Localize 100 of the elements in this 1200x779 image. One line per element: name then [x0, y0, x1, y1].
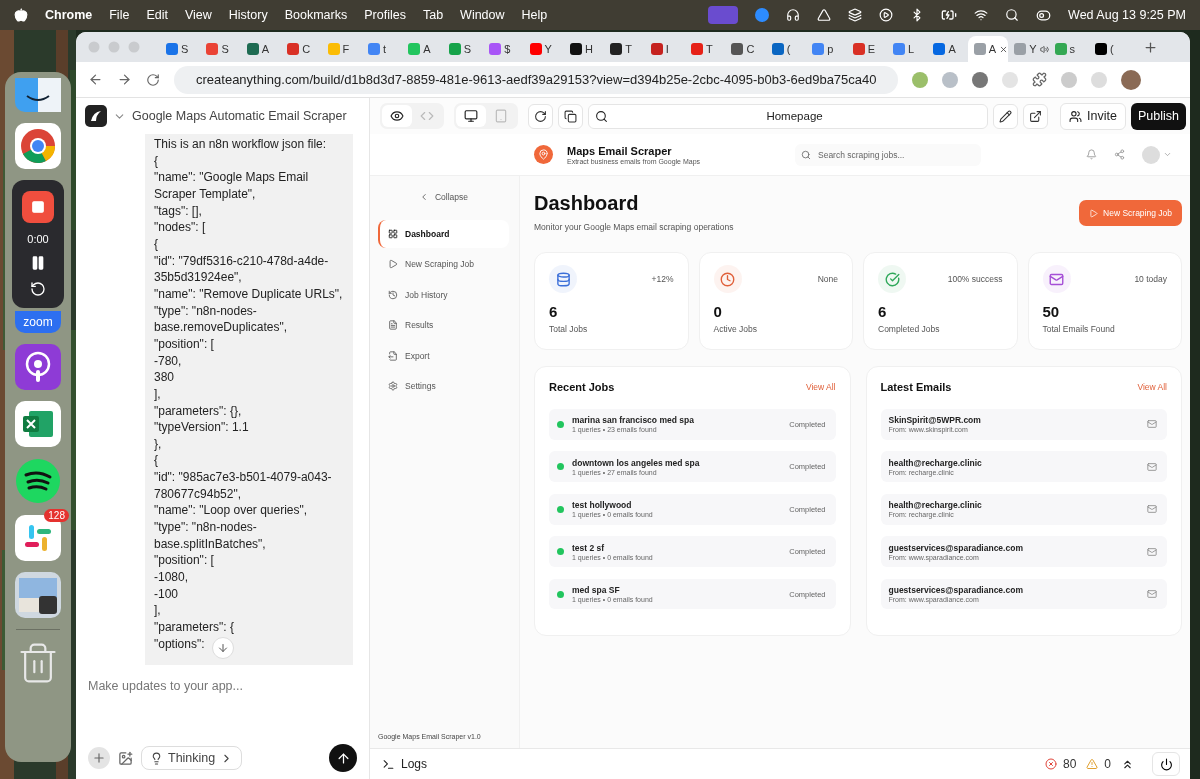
browser-tab[interactable]: A — [927, 36, 968, 62]
podcast-icon[interactable] — [15, 344, 61, 390]
profile-avatar[interactable] — [1121, 69, 1141, 90]
triangle-icon[interactable] — [817, 8, 832, 22]
logs-tab[interactable]: Logs — [401, 757, 428, 771]
menu-item[interactable]: Bookmarks — [284, 8, 348, 22]
menu-item[interactable]: Edit — [146, 8, 168, 22]
lightbulb-icon — [150, 751, 163, 765]
browser-tab[interactable]: S — [442, 36, 484, 62]
wifi-icon[interactable] — [974, 8, 989, 22]
edit-button[interactable] — [993, 103, 1019, 129]
photo-viewer-icon[interactable] — [15, 572, 61, 618]
menu-item[interactable]: History — [228, 8, 268, 22]
desktop-toggle[interactable] — [456, 105, 486, 127]
copy-button[interactable] — [558, 103, 583, 129]
nav-item[interactable]: Results — [378, 311, 509, 340]
search-bar[interactable]: Search scraping jobs... — [795, 143, 981, 166]
browser-tab[interactable]: $ — [483, 36, 524, 62]
search-icon[interactable] — [1005, 8, 1020, 22]
reload-icon[interactable] — [146, 72, 160, 87]
logo-icon[interactable] — [85, 105, 107, 127]
menu-item[interactable]: Tab — [422, 8, 444, 22]
extensions-icon[interactable] — [1032, 72, 1047, 87]
document-icon — [388, 320, 398, 331]
forward-icon[interactable] — [117, 72, 132, 87]
back-icon[interactable] — [88, 72, 103, 87]
menu-item[interactable]: Window — [460, 8, 505, 22]
browser-tab[interactable]: T — [685, 36, 726, 62]
search-icon — [801, 149, 811, 160]
collapse-button[interactable]: Collapse — [412, 186, 475, 208]
preview-toggle[interactable] — [382, 105, 412, 127]
browser-tab[interactable]: C — [281, 36, 322, 62]
email-address: SkinSpirit@5WPR.com — [888, 415, 982, 426]
headphones-icon[interactable] — [786, 8, 801, 22]
browser-tab[interactable]: p — [806, 36, 847, 62]
address-bar[interactable]: createanything.com/build/d1b8d3d7-8859-481e-9613-aedf39a29153?view=d394b25e-2cbc-4095-b0b3-6ed9ba75ca40 — [174, 65, 898, 94]
browser-tab[interactable]: T — [604, 36, 645, 62]
stop-button[interactable] — [22, 191, 54, 223]
control-center-icon[interactable] — [1036, 7, 1052, 23]
message-line: "id": "79df5316-c210-478d-a4de- — [154, 252, 329, 270]
image-upload-icon[interactable] — [118, 750, 133, 766]
send-button[interactable] — [329, 744, 357, 772]
browser-tab[interactable]: ( — [765, 36, 807, 62]
new-tab-icon[interactable] — [1143, 39, 1159, 55]
publish-button[interactable]: Publish — [1131, 102, 1186, 130]
page-selector[interactable]: Homepage — [588, 103, 989, 129]
layers-icon[interactable] — [848, 8, 863, 22]
browser-tab[interactable]: A — [402, 36, 443, 62]
nav-item[interactable]: Export — [378, 341, 509, 370]
menu-item[interactable]: Profiles — [364, 8, 406, 22]
browser-tab[interactable]: s — [1048, 36, 1089, 62]
browser-tab[interactable]: Y — [1008, 36, 1049, 62]
power-button[interactable] — [1152, 752, 1180, 776]
browser-tab[interactable]: t — [361, 36, 403, 62]
extension-icon[interactable] — [972, 71, 988, 88]
invite-button[interactable]: Invite — [1060, 102, 1126, 130]
face-app-icon[interactable] — [15, 78, 61, 112]
menu-item[interactable]: Chrome — [45, 8, 93, 22]
thinking-button[interactable]: Thinking — [141, 746, 243, 770]
app-icon[interactable]: zoom — [15, 311, 61, 333]
view-all-link[interactable]: View All — [1137, 382, 1167, 392]
nav-item[interactable]: Job History — [378, 280, 509, 309]
browser-tab[interactable]: S — [200, 36, 241, 62]
restart-icon[interactable] — [30, 281, 46, 297]
browser-tab[interactable]: I — [644, 36, 686, 62]
music-app-icon[interactable] — [15, 458, 61, 504]
battery-icon[interactable] — [941, 7, 958, 23]
menu-item[interactable]: File — [109, 8, 130, 22]
browser-tab[interactable]: F — [321, 36, 362, 62]
view-all-link[interactable]: View All — [805, 382, 836, 392]
nav-item[interactable]: New Scraping Job — [378, 250, 509, 279]
message-line: -780, — [154, 352, 182, 370]
browser-tab[interactable]: E — [846, 36, 888, 62]
meeting-icon[interactable] — [755, 8, 770, 22]
play-icon[interactable] — [879, 8, 894, 22]
chrome-logo-icon[interactable] — [15, 123, 61, 169]
browser-tab[interactable]: Y — [523, 36, 564, 62]
browser-tab[interactable]: A — [967, 36, 1009, 62]
nav-item[interactable]: Dashboard — [378, 220, 509, 248]
browser-tab[interactable]: A — [240, 36, 282, 62]
search-input[interactable]: Search scraping jobs... — [816, 148, 966, 161]
browser-tab[interactable]: L — [887, 36, 928, 62]
add-button[interactable] — [88, 747, 110, 769]
refresh-button[interactable] — [528, 103, 553, 129]
terminal-icon[interactable] — [382, 757, 395, 771]
browser-tab[interactable]: C — [725, 36, 766, 62]
spreadsheet-icon[interactable] — [15, 401, 61, 447]
browser-tab[interactable]: S — [160, 36, 201, 62]
grid-icon — [388, 229, 398, 239]
message-line: "name": "Loop over queries", — [154, 502, 308, 520]
pause-icon[interactable] — [30, 255, 46, 271]
menu-item[interactable]: Help — [521, 8, 548, 22]
browser-tab[interactable]: H — [563, 36, 605, 62]
open-external-button[interactable] — [1023, 103, 1049, 129]
menu-item[interactable]: View — [184, 8, 212, 22]
job-name: test hollywood — [572, 500, 633, 511]
apple-icon[interactable] — [14, 8, 28, 22]
message-line: "parameters": {}, — [154, 402, 242, 420]
browser-tab[interactable]: ( — [1089, 36, 1130, 62]
nav-item[interactable]: Settings — [378, 371, 509, 400]
